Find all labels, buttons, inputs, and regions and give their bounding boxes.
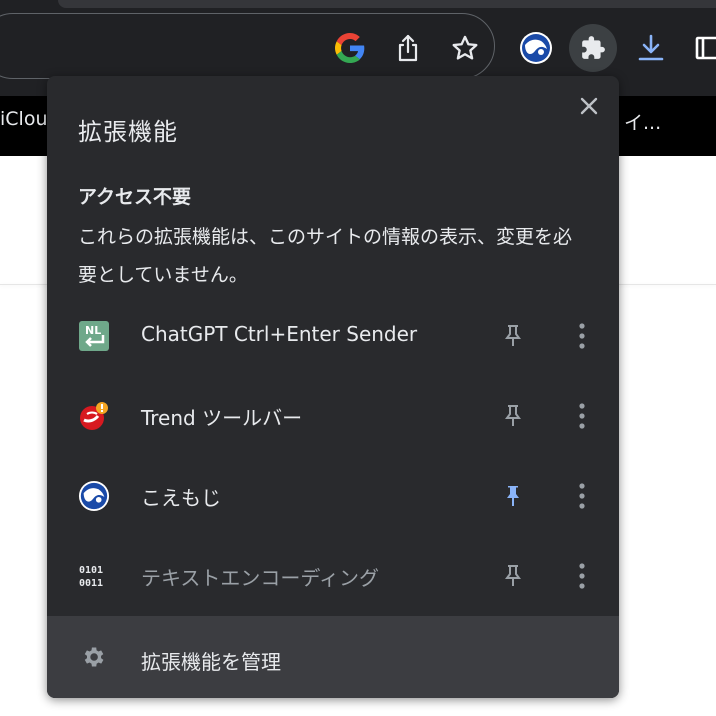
pin-button[interactable] (495, 318, 531, 354)
close-button[interactable] (575, 92, 603, 120)
extension-row-text-encoding[interactable]: 0101 0011 テキストエンコーディング (47, 540, 619, 610)
svg-text:NL: NL (85, 324, 101, 337)
download-icon[interactable] (627, 24, 675, 72)
tab-strip (58, 0, 716, 8)
popup-title: 拡張機能 (78, 118, 178, 146)
extension-name: ChatGPT Ctrl+Enter Sender (141, 322, 418, 346)
extension-row-trend[interactable]: Trend ツールバー (47, 380, 619, 450)
pin-button[interactable] (495, 398, 531, 434)
more-options-button[interactable] (567, 318, 597, 354)
gear-icon (79, 643, 107, 671)
bookmark-star-icon[interactable] (447, 30, 483, 66)
more-vert-icon (579, 323, 585, 349)
koemoji-icon (78, 480, 110, 512)
google-icon[interactable] (332, 30, 368, 66)
extension-name: こえもじ (141, 486, 221, 510)
pin-filled-icon (507, 486, 519, 506)
extensions-popup: 拡張機能 アクセス不要 これらの拡張機能は、このサイトの情報の表示、変更を必要と… (47, 76, 619, 698)
pin-icon (505, 405, 521, 426)
encoding-icon-line2: 0011 (79, 578, 103, 589)
pin-button-active[interactable] (495, 478, 531, 514)
extension-row-chatgpt[interactable]: NL ChatGPT Ctrl+Enter Sender (47, 300, 619, 370)
bookmark-item-truncated[interactable]: イ... (624, 108, 661, 135)
more-vert-icon (579, 483, 585, 509)
section-heading: アクセス不要 (78, 186, 192, 208)
bookmark-item-icloud[interactable]: iClou (0, 108, 48, 130)
extension-row-koemoji[interactable]: こえもじ (47, 460, 619, 530)
extension-name: テキストエンコーディング (141, 566, 379, 590)
encoding-icon-line1: 0101 (79, 565, 103, 576)
more-options-button[interactable] (567, 398, 597, 434)
pin-button[interactable] (495, 558, 531, 594)
binary-encoding-icon: 0101 0011 (78, 560, 110, 592)
extension-name: Trend ツールバー (141, 406, 303, 430)
section-description: これらの拡張機能は、このサイトの情報の表示、変更を必要としていません。 (78, 226, 573, 286)
koemoji-toolbar-icon[interactable] (512, 24, 560, 72)
manage-extensions-label: 拡張機能を管理 (141, 650, 281, 674)
trend-micro-icon (78, 400, 110, 432)
extensions-puzzle-icon[interactable] (569, 24, 617, 72)
close-icon (580, 97, 598, 115)
pin-icon (505, 325, 521, 346)
side-panel-icon[interactable] (684, 24, 716, 72)
nl-return-icon: NL (78, 320, 110, 352)
share-icon[interactable] (390, 30, 426, 66)
more-options-button[interactable] (567, 558, 597, 594)
more-vert-icon (579, 563, 585, 589)
pin-icon (505, 565, 521, 586)
more-options-button[interactable] (567, 478, 597, 514)
manage-extensions-button[interactable]: 拡張機能を管理 (47, 616, 619, 698)
more-vert-icon (579, 403, 585, 429)
